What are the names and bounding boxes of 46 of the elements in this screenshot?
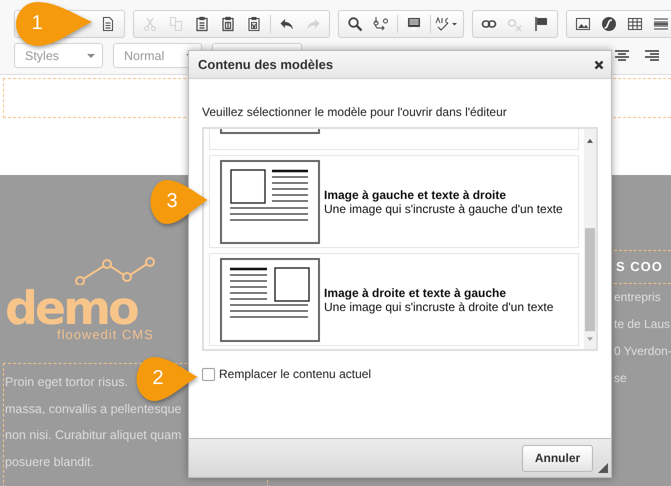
horizontal-line-icon xyxy=(653,16,669,32)
checkbox[interactable] xyxy=(202,368,215,380)
template-item[interactable] xyxy=(209,129,579,150)
broken-link-icon xyxy=(507,16,523,32)
scissors-icon xyxy=(142,16,158,32)
paragraph-line: massa, convallis a pellentesque xyxy=(4,400,182,418)
align-center-icon xyxy=(614,48,630,64)
replace-icon xyxy=(373,16,389,32)
spellcheck-icon xyxy=(435,16,459,32)
clipboard-icon xyxy=(246,16,262,32)
select-all-icon xyxy=(406,16,422,32)
align-right-icon xyxy=(644,48,660,64)
redo-icon xyxy=(305,16,321,32)
step-marker: 3 xyxy=(149,178,209,226)
clipboard-icon xyxy=(194,16,210,32)
paragraph-line: posuere blandit. xyxy=(4,454,94,471)
step-marker: 1 xyxy=(14,0,94,48)
template-title: Image à gauche et texte à droite xyxy=(324,188,508,202)
section-heading: S COO xyxy=(614,250,671,284)
scrollbar[interactable] xyxy=(584,129,596,349)
paragraph-line: entrepris xyxy=(614,289,662,306)
search-icon xyxy=(347,16,363,32)
resize-grip-icon[interactable] xyxy=(598,463,608,473)
copy-icon xyxy=(168,16,184,32)
paragraph-line: non nisi. Curabitur aliquet quam xyxy=(4,427,182,444)
instruction-text: Veuillez sélectionner le modèle pour l'ouvrir dans l'éditeur xyxy=(202,105,508,119)
table-icon xyxy=(627,16,643,32)
template-item[interactable]: Image à gauche et texte à droite Une image qui s'incruste à gauche d'un texte xyxy=(209,155,579,248)
flag-icon xyxy=(533,16,549,32)
template-description: Une image qui s'incruste à droite d'un texte xyxy=(324,300,554,314)
paragraph-line: se xyxy=(614,370,628,387)
template-title: Image à droite et texte à gauche xyxy=(324,286,508,300)
document-icon xyxy=(100,16,116,32)
paragraph-line: Proin eget tortor risus. xyxy=(4,374,128,391)
image-icon xyxy=(575,16,591,32)
cancel-button[interactable]: Annuler xyxy=(522,444,593,472)
clipboard-icon xyxy=(220,16,236,32)
line-chart-icon xyxy=(75,257,155,285)
close-icon[interactable] xyxy=(594,60,604,70)
template-item[interactable]: Image à droite et texte à gauche Une image qui s'incruste à droite d'un texte xyxy=(209,253,579,346)
flash-icon xyxy=(601,16,617,32)
template-description: Une image qui s'incruste à gauche d'un texte xyxy=(324,202,563,216)
paragraph-line: te de Laus xyxy=(614,316,671,333)
caret-icon xyxy=(87,54,95,58)
paragraph-line: 0 Yverdon- xyxy=(614,343,671,360)
step-marker: 2 xyxy=(135,355,199,403)
